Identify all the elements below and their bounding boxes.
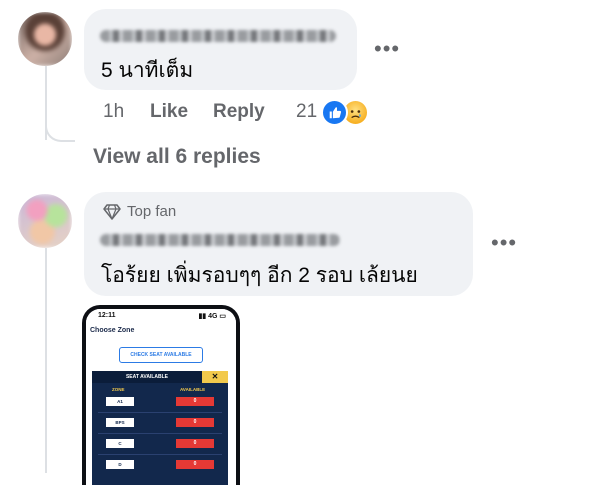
author-name-blurred[interactable]: [100, 234, 340, 246]
top-fan-badge: Top fan: [103, 203, 176, 220]
comment-text: 5 นาทีเต็ม: [101, 59, 194, 82]
available-cell: 0: [176, 397, 214, 406]
zone-cell: D: [106, 460, 134, 469]
zone-cell: BPS: [106, 418, 134, 427]
like-icon: [321, 99, 348, 126]
thread-line: [45, 248, 47, 473]
more-options-icon[interactable]: •••: [491, 232, 517, 254]
reactions-summary[interactable]: [321, 99, 379, 127]
panel-header: SEAT AVAILABLE: [92, 371, 202, 383]
view-all-replies-link[interactable]: View all 6 replies: [93, 145, 261, 169]
comment-time[interactable]: 1h: [103, 101, 124, 123]
author-name-blurred[interactable]: [100, 30, 336, 42]
thread-line-curve: [45, 118, 75, 142]
check-seat-button: CHECK SEAT AVAILABLE: [119, 347, 203, 363]
close-icon: ✕: [202, 371, 228, 383]
phone-screen: 12:11 ▮▮ 4G ▭ Choose Zone CHECK SEAT AVA…: [86, 309, 236, 485]
row-divider: [98, 433, 222, 434]
diamond-icon: [103, 203, 121, 220]
seat-available-panel: SEAT AVAILABLE ✕ ZONE AVAILABLE A1 0 BPS…: [92, 371, 228, 485]
zone-cell: C: [106, 439, 134, 448]
reaction-count[interactable]: 21: [296, 101, 317, 123]
available-cell: 0: [176, 439, 214, 448]
status-bar: 12:11 ▮▮ 4G ▭: [86, 309, 236, 323]
row-divider: [98, 412, 222, 413]
screen-title: Choose Zone: [90, 327, 135, 334]
row-divider: [98, 454, 222, 455]
zone-cell: A1: [106, 397, 134, 406]
column-header-available: AVAILABLE: [180, 387, 206, 392]
status-time: 12:11: [98, 312, 116, 319]
available-cell: 0: [176, 460, 214, 469]
comment-text: โอร้ยย เพิ่มรอบๆๆ อีก 2 รอบ เล้ยนย: [101, 264, 418, 287]
reply-button[interactable]: Reply: [213, 101, 265, 123]
available-cell: 0: [176, 418, 214, 427]
more-options-icon[interactable]: •••: [374, 38, 400, 60]
attached-screenshot[interactable]: 12:11 ▮▮ 4G ▭ Choose Zone CHECK SEAT AVA…: [82, 305, 240, 485]
status-icons: ▮▮ 4G ▭: [198, 313, 226, 320]
avatar[interactable]: [18, 12, 72, 66]
column-header-zone: ZONE: [112, 387, 125, 392]
top-fan-label: Top fan: [127, 203, 177, 220]
like-button[interactable]: Like: [150, 101, 188, 123]
avatar[interactable]: [18, 194, 72, 248]
